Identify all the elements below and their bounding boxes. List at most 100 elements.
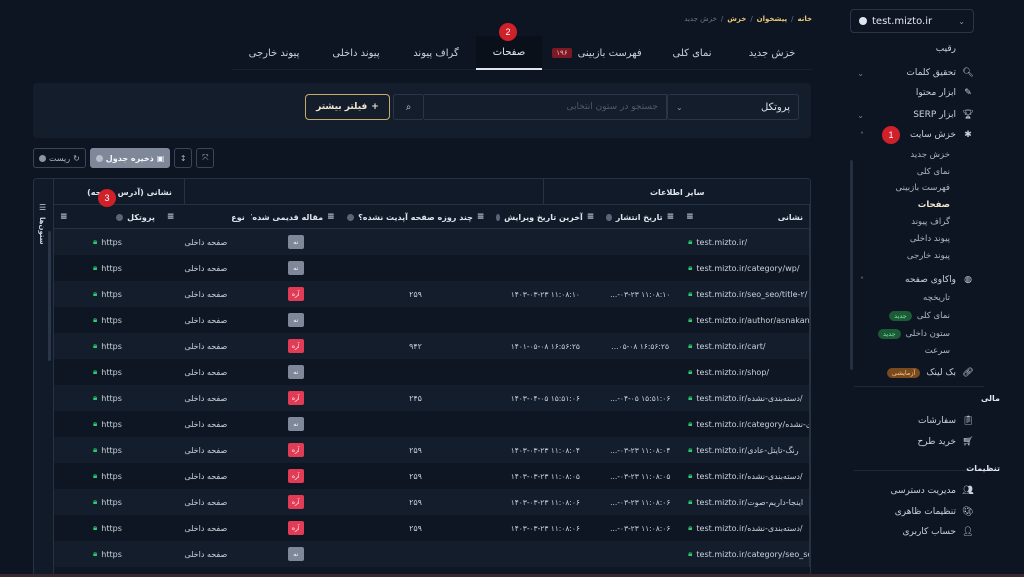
fullscreen-button[interactable]: ⤧ — [196, 148, 215, 168]
outdated-badge: نه — [287, 547, 304, 561]
column-select[interactable]: پروتکل ⌄ — [667, 94, 799, 120]
sidebar-item-access-management[interactable]: 👥︎ مدیریت دسترسی — [891, 482, 975, 500]
sidebar-item-account[interactable]: 👤︎ حساب کاربری — [902, 523, 974, 541]
search-input[interactable] — [424, 94, 667, 120]
table-row[interactable]: 🔒︎test.mizto.ir/category/دسته‌بندی-نشده ن… — [54, 411, 810, 437]
column-header-protocol[interactable]: پروتکل ≡ — [54, 205, 161, 229]
table-row[interactable]: 🔒︎ test.mizto.ir/دسته‌بندی-نشده/ ...-۰۴-۰۵… — [54, 385, 810, 411]
lock-icon: 🔒︎ — [93, 549, 98, 558]
sidebar-item-keyword-research[interactable]: 🔍︎ تحقیق کلمات ⌄ — [857, 64, 974, 82]
cell-address[interactable]: 🔒︎ test.mizto.ir/category/wp/ — [680, 255, 810, 281]
table-row[interactable]: 🔒︎ test.mizto.ir/category/wp/نه صفحه داخلی… — [54, 255, 810, 281]
tab-pages[interactable]: صفحات — [476, 36, 542, 70]
column-menu-icon[interactable]: ≡ — [167, 212, 175, 222]
sidebar-item-site-crawl[interactable]: ✱ خزش سایت ˄ — [860, 126, 974, 144]
cell-address[interactable]: 🔒︎ test.mizto.ir/رنگ-تایتل-عادی — [680, 437, 810, 463]
sidebar-sub-pages[interactable]: صفحات — [918, 198, 950, 212]
sidebar-item-orders[interactable]: 📋︎ سفارشات — [918, 412, 974, 430]
reset-button[interactable]: ریست ↻ — [33, 148, 86, 168]
table-row[interactable]: 🔒︎ test.mizto.ir/author/asnakanl نه صفحه دا… — [54, 307, 810, 333]
sidebar-sub-speed[interactable]: سرعت — [925, 344, 950, 358]
column-menu-icon[interactable]: ≡ — [686, 212, 694, 222]
cell-address[interactable]: 🔒︎ test.mizto.ir/ — [680, 229, 810, 255]
column-menu-icon[interactable]: ≡ — [327, 212, 335, 222]
table-row[interactable]: 🔒︎ test.mizto.ir/رنگ-تایتل-عادی ...-۰۳-۲۳ … — [54, 437, 810, 463]
outdated-badge: آره — [287, 391, 304, 405]
table-row[interactable]: 🔒︎ test.mizto.ir/دسته‌بندی-نشده/ ...-۰۳-۲۳… — [54, 515, 810, 541]
sort-toggle-button[interactable]: ↕ — [174, 148, 193, 168]
cell-published: ...-۰۳-۲۳ ۱۱:۰۸:۰۴ — [610, 445, 671, 455]
tab-internal-links[interactable]: پیوند داخلی — [316, 36, 396, 70]
column-header-last-edited[interactable]: ≡ آخرین تاریخ ویرایش — [490, 205, 600, 229]
tab-new-crawl[interactable]: خزش جدید — [732, 36, 812, 70]
sidebar-item-competitor[interactable]: رقیب — [936, 40, 956, 58]
column-menu-icon[interactable]: ≡ — [587, 212, 595, 222]
cell-address[interactable]: 🔒︎ test.mizto.ir/seo_seo/title-۲/ — [680, 281, 810, 307]
cell-address[interactable]: 🔒︎ test.mizto.ir/category/seo_se — [680, 541, 810, 567]
column-header-published[interactable]: ≡ تاریخ انتشار — [600, 205, 680, 229]
tab-external-links[interactable]: پیوند خارجی — [232, 36, 316, 70]
table-row[interactable]: 🔒︎ test.mizto.ir/دسته‌بندی-نشده/ ...-۰۳-۲۳… — [54, 463, 810, 489]
column-menu-icon[interactable]: ≡ — [477, 212, 485, 222]
save-table-button[interactable]: ذخیره جدول ▣ — [89, 148, 171, 168]
cell-type: صفحه داخلی — [184, 523, 228, 533]
sidebar-item-page-analysis[interactable]: ◍ واکاوی صفحه ˄ — [860, 271, 974, 289]
column-header-type[interactable]: نوع ≡ — [161, 205, 251, 229]
site-selector[interactable]: test.mizto.ir ⌄ — [850, 9, 974, 33]
breadcrumb-home[interactable]: خانه — [797, 15, 812, 23]
cell-published — [600, 411, 680, 437]
cell-address[interactable]: 🔒︎ test.mizto.ir/دسته‌بندی-نشده/ — [680, 515, 810, 541]
table-row[interactable]: 🔒︎ test.mizto.ir/seo_seo/title-۲/ ...-۰۳-۲… — [54, 281, 810, 307]
table-row[interactable]: 🔒︎ test.mizto.ir/shop/نه صفحه داخلی 🔒︎ https — [54, 359, 810, 385]
sidebar-sub-external-links[interactable]: پیوند خارجی — [907, 249, 950, 263]
sidebar-item-backlink[interactable]: 🔗︎ بک لینک آزمایشی — [886, 364, 974, 382]
cell-address[interactable]: 🔒︎ test.mizto.ir/اینجا-داریم-صوت — [680, 489, 810, 515]
tab-link-graph[interactable]: گراف پیوند — [396, 36, 476, 70]
breadcrumb-dashboard[interactable]: پیشخوان — [757, 15, 787, 23]
cell-type: صفحه داخلی — [184, 367, 228, 377]
plus-icon: + — [371, 102, 379, 112]
sidebar-sub-page-overview[interactable]: نمای کلی جدید — [889, 309, 950, 323]
columns-panel-toggle[interactable]: ☰ ستون‌ها — [34, 179, 54, 576]
column-header-address[interactable]: نشانی ≡ — [680, 205, 810, 229]
cell-address[interactable]: 🔒︎ test.mizto.ir/shop/ — [680, 359, 810, 385]
sidebar-sub-internal-links[interactable]: پیوند داخلی — [910, 232, 950, 246]
sidebar-sub-internal-column[interactable]: ستون داخلی جدید — [878, 327, 950, 341]
sidebar-sub-history[interactable]: تاریخچه — [923, 291, 950, 305]
cell-address[interactable]: 🔒︎ test.mizto.ir/دسته‌بندی-نشده/ — [680, 463, 810, 489]
column-menu-icon[interactable]: ≡ — [60, 212, 68, 222]
table-body: 🔒︎ test.mizto.ir/نه صفحه داخلی 🔒︎ https 🔒︎ tes… — [54, 229, 810, 567]
sidebar-item-serp-tools[interactable]: 🏆︎ ابزار SERP ⌄ — [857, 106, 974, 124]
cell-address[interactable]: 🔒︎ test.mizto.ir/دسته‌بندی-نشده/ — [680, 385, 810, 411]
search-button[interactable]: ⌕ — [393, 94, 424, 120]
sidebar-scrollbar[interactable] — [850, 160, 853, 370]
table-scrollbar[interactable] — [48, 231, 51, 361]
bug-icon: ✱ — [964, 130, 972, 140]
tab-overview[interactable]: نمای کلی — [652, 36, 732, 70]
breadcrumb-crawl[interactable]: خزش — [727, 15, 746, 23]
table-row[interactable]: 🔒︎ test.mizto.ir/cart/ ...۰۵-۰۸ ۱۶:۵۶:۲۵ ۱۴… — [54, 333, 810, 359]
column-menu-icon[interactable]: ≡ — [667, 212, 675, 222]
tab-audit-list[interactable]: فهرست بازبینی ۱۹۶ — [542, 36, 652, 70]
sidebar-sub-new-crawl[interactable]: خزش جدید — [910, 148, 950, 162]
lock-icon: 🔒︎ — [688, 471, 693, 480]
column-header-outdated[interactable]: ≡ مقاله قدیمی شده؟ — [251, 205, 341, 229]
table-row[interactable]: 🔒︎ test.mizto.ir/اینجا-داریم-صوت ...-۰۳-۲۳… — [54, 489, 810, 515]
sidebar-sub-audit-list[interactable]: فهرست بازبینی — [896, 181, 950, 195]
cell-address[interactable]: 🔒︎test.mizto.ir/category/دسته‌بندی-نشده — [680, 411, 810, 437]
sidebar-sub-overview[interactable]: نمای کلی — [917, 165, 950, 179]
lock-icon: 🔒︎ — [688, 367, 693, 376]
cell-address[interactable]: 🔒︎ test.mizto.ir/author/asnakanl — [680, 307, 810, 333]
more-filter-button[interactable]: + فیلتر بیشتر — [305, 94, 390, 120]
sidebar-item-content-tools[interactable]: ✎ ابزار محتوا — [916, 84, 974, 102]
table-row[interactable]: 🔒︎ test.mizto.ir/category/seo_se نه صفحه دا… — [54, 541, 810, 567]
table-row[interactable]: 🔒︎ test.mizto.ir/نه صفحه داخلی 🔒︎ https — [54, 229, 810, 255]
cell-address[interactable]: 🔒︎ test.mizto.ir/cart/ — [680, 333, 810, 359]
cell-outdated: نه — [251, 411, 341, 437]
sidebar-item-appearance[interactable]: 🎨︎ تنظیمات ظاهری — [895, 503, 974, 521]
sidebar-sub-link-graph[interactable]: گراف پیوند — [911, 215, 950, 229]
outdated-badge: آره — [287, 495, 304, 509]
sidebar-item-buy-plan[interactable]: 🛒︎ خرید طرح — [917, 433, 974, 451]
column-header-days-not-updated[interactable]: ≡ چند روزه صفحه آپدیت نشده؟ — [341, 205, 491, 229]
cell-published — [600, 229, 680, 255]
